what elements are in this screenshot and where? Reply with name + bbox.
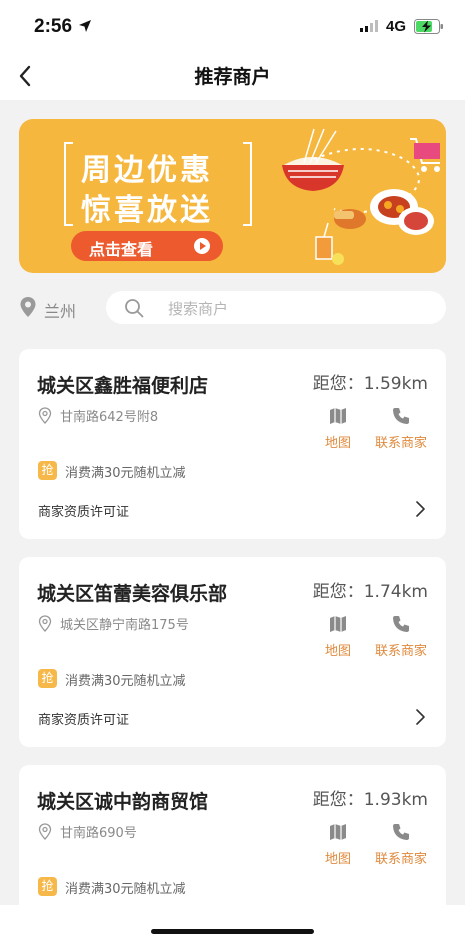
location-pin-icon xyxy=(20,297,36,317)
location-pin-icon xyxy=(38,407,52,424)
page-title: 推荐商户 xyxy=(194,66,271,88)
merchant-name: 城关区笛蕾美容俱乐部 xyxy=(37,583,228,605)
home-indicator[interactable] xyxy=(151,929,314,934)
map-button[interactable]: 地图 xyxy=(308,406,368,452)
chevron-right-icon[interactable] xyxy=(414,500,426,518)
map-label: 地图 xyxy=(324,436,351,451)
search-placeholder: 搜索商户 xyxy=(168,300,229,318)
merchant-address: 甘南路642号附8 xyxy=(60,410,159,425)
map-label: 地图 xyxy=(324,644,351,659)
contact-label: 联系商家 xyxy=(374,436,427,451)
banner-headline-1: 周边优惠 xyxy=(81,153,213,188)
merchant-address: 城关区静宁南路175号 xyxy=(60,618,189,633)
play-circle-icon xyxy=(194,238,210,254)
phone-icon xyxy=(393,824,409,840)
chevron-right-icon[interactable] xyxy=(414,708,426,726)
promo-text: 消费满30元随机立减 xyxy=(65,674,186,689)
merchant-card[interactable]: 城关区诚中韵商贸馆 距您：1.93km 甘南路690号 地图 联系商家 抢 消费… xyxy=(19,765,446,915)
promo-banner[interactable]: 周边优惠 惊喜放送 点击查看 xyxy=(19,119,446,273)
banner-headline-2: 惊喜放送 xyxy=(81,193,213,228)
map-icon xyxy=(330,616,346,632)
license-link[interactable]: 商家资质许可证 xyxy=(38,709,129,728)
map-button[interactable]: 地图 xyxy=(308,822,368,868)
battery-charging-icon xyxy=(414,19,443,34)
city-selector[interactable]: 兰州 xyxy=(44,298,76,322)
promo-badge: 抢 xyxy=(38,669,57,688)
banner-view-button[interactable]: 点击查看 xyxy=(71,231,223,261)
navigation-bar: 推荐商户 xyxy=(0,52,465,100)
merchant-distance: 距您：1.93km xyxy=(312,790,428,810)
location-pin-icon xyxy=(38,615,52,632)
promo-badge: 抢 xyxy=(38,877,57,896)
merchant-card[interactable]: 城关区笛蕾美容俱乐部 距您：1.74km 城关区静宁南路175号 地图 联系商家… xyxy=(19,557,446,747)
promo-badge: 抢 xyxy=(38,461,57,480)
location-pin-icon xyxy=(38,823,52,840)
status-bar: 2:56 4G xyxy=(0,0,465,52)
contact-merchant-button[interactable]: 联系商家 xyxy=(369,614,433,660)
food-illustration-icon xyxy=(282,128,440,265)
map-label: 地图 xyxy=(324,852,351,867)
promo-text: 消费满30元随机立减 xyxy=(65,466,186,481)
merchant-address: 甘南路690号 xyxy=(60,826,137,841)
merchant-name: 城关区诚中韵商贸馆 xyxy=(37,791,209,813)
signal-icon xyxy=(360,20,378,32)
contact-label: 联系商家 xyxy=(374,644,427,659)
phone-icon xyxy=(393,616,409,632)
phone-icon xyxy=(393,408,409,424)
contact-merchant-button[interactable]: 联系商家 xyxy=(369,406,433,452)
map-icon xyxy=(330,408,346,424)
location-arrow-icon xyxy=(79,20,91,32)
merchant-card[interactable]: 城关区鑫胜福便利店 距您：1.59km 甘南路642号附8 地图 联系商家 抢 … xyxy=(19,349,446,539)
contact-merchant-button[interactable]: 联系商家 xyxy=(369,822,433,868)
merchant-name: 城关区鑫胜福便利店 xyxy=(37,375,209,397)
contact-label: 联系商家 xyxy=(374,852,427,867)
status-time: 2:56 xyxy=(34,16,73,37)
search-icon xyxy=(125,299,144,318)
merchant-distance: 距您：1.59km xyxy=(312,374,428,394)
merchant-distance: 距您：1.74km xyxy=(312,582,428,602)
banner-view-label: 点击查看 xyxy=(89,240,154,259)
promo-text: 消费满30元随机立减 xyxy=(65,882,186,897)
home-indicator-area xyxy=(0,905,465,943)
map-icon xyxy=(330,824,346,840)
map-button[interactable]: 地图 xyxy=(308,614,368,660)
search-input[interactable]: 搜索商户 xyxy=(106,291,446,324)
network-label: 4G xyxy=(386,18,407,35)
license-link[interactable]: 商家资质许可证 xyxy=(38,501,129,520)
